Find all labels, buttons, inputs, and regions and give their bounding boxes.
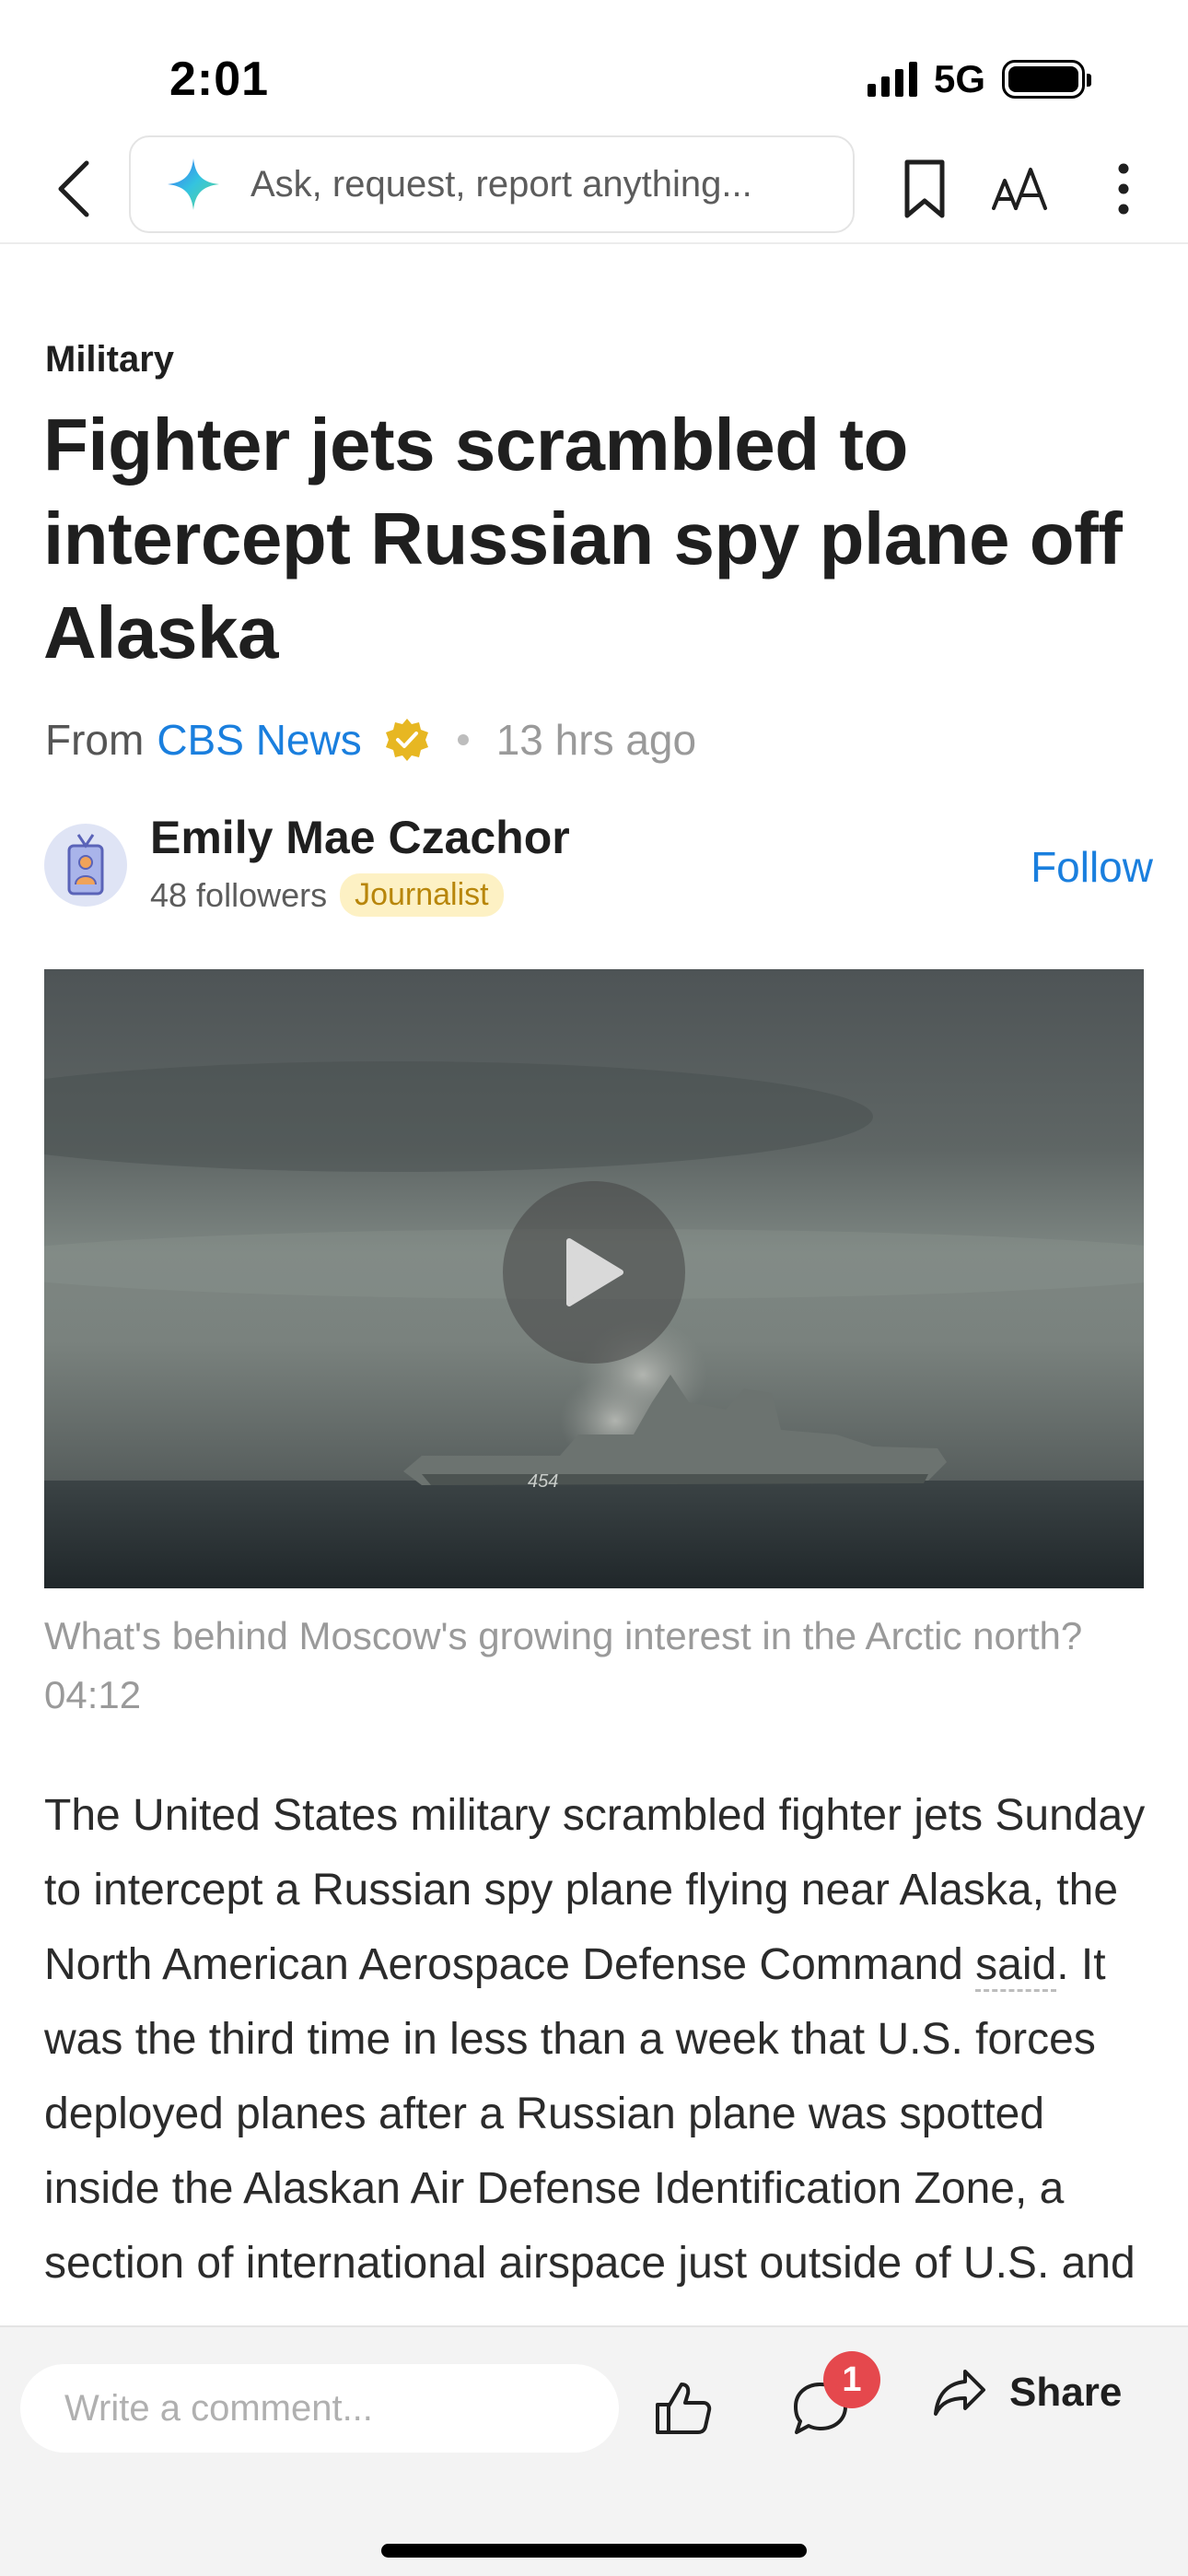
hull-number: 454 [528, 1471, 558, 1492]
comment-count-badge: 1 [823, 2351, 880, 2408]
thumbs-up-icon [656, 2383, 712, 2434]
source-line: From CBS News 13 hrs ago [45, 715, 696, 765]
comment-input[interactable] [20, 2364, 619, 2453]
network-label: 5G [933, 57, 985, 100]
bottom-action-bar: 1 Share [0, 2325, 1188, 2576]
share-button[interactable]: Share [932, 2368, 1122, 2418]
more-vertical-icon [1118, 163, 1129, 215]
share-label: Share [1009, 2370, 1123, 2415]
back-button[interactable] [44, 156, 103, 222]
body-inline-link[interactable]: said [975, 1940, 1057, 1992]
author-avatar[interactable] [44, 824, 127, 907]
verified-badge-icon [385, 719, 428, 761]
search-box[interactable] [129, 135, 855, 233]
text-size-icon [992, 168, 1047, 210]
top-toolbar [0, 134, 1188, 244]
published-time: 13 hrs ago [495, 716, 697, 764]
text-size-button[interactable] [991, 154, 1050, 224]
signal-icon [867, 62, 917, 97]
id-badge-icon [67, 834, 104, 896]
status-bar: 2:01 5G [0, 0, 1188, 138]
sparkle-icon [168, 158, 219, 210]
share-arrow-icon [934, 2370, 985, 2416]
video-caption: What's behind Moscow's growing interest … [44, 1614, 1083, 1716]
video-player[interactable]: 454 [44, 969, 1144, 1588]
body-text-part-2: . It was the third time in less than a w… [44, 1940, 1136, 2288]
bookmark-button[interactable] [897, 154, 952, 224]
status-time: 2:01 [169, 53, 270, 106]
home-indicator[interactable] [381, 2544, 807, 2558]
more-options-button[interactable] [1105, 154, 1142, 224]
article-headline: Fighter jets scrambled to intercept Russ… [43, 404, 1123, 673]
search-input[interactable] [250, 163, 840, 205]
status-indicators: 5G [867, 57, 1091, 101]
follower-count: 48 followers [150, 875, 328, 914]
article-category[interactable]: Military [45, 339, 174, 381]
like-button[interactable] [654, 2371, 713, 2445]
author-meta: 48 followers Journalist [150, 873, 504, 917]
journalist-badge: Journalist [340, 873, 504, 917]
separator-dot [457, 734, 469, 745]
article-body: The United States military scrambled fig… [44, 1778, 1159, 2301]
author-row: Emily Mae Czachor 48 followers Journalis… [44, 811, 1153, 917]
battery-icon [1002, 60, 1091, 99]
source-link[interactable]: CBS News [157, 715, 361, 765]
follow-button[interactable]: Follow [1031, 842, 1153, 892]
bookmark-icon [904, 159, 945, 218]
play-icon [566, 1238, 623, 1306]
play-button[interactable] [503, 1181, 685, 1364]
chevron-left-icon [58, 160, 89, 217]
source-prefix: From [45, 716, 145, 764]
author-name[interactable]: Emily Mae Czachor [150, 811, 570, 864]
